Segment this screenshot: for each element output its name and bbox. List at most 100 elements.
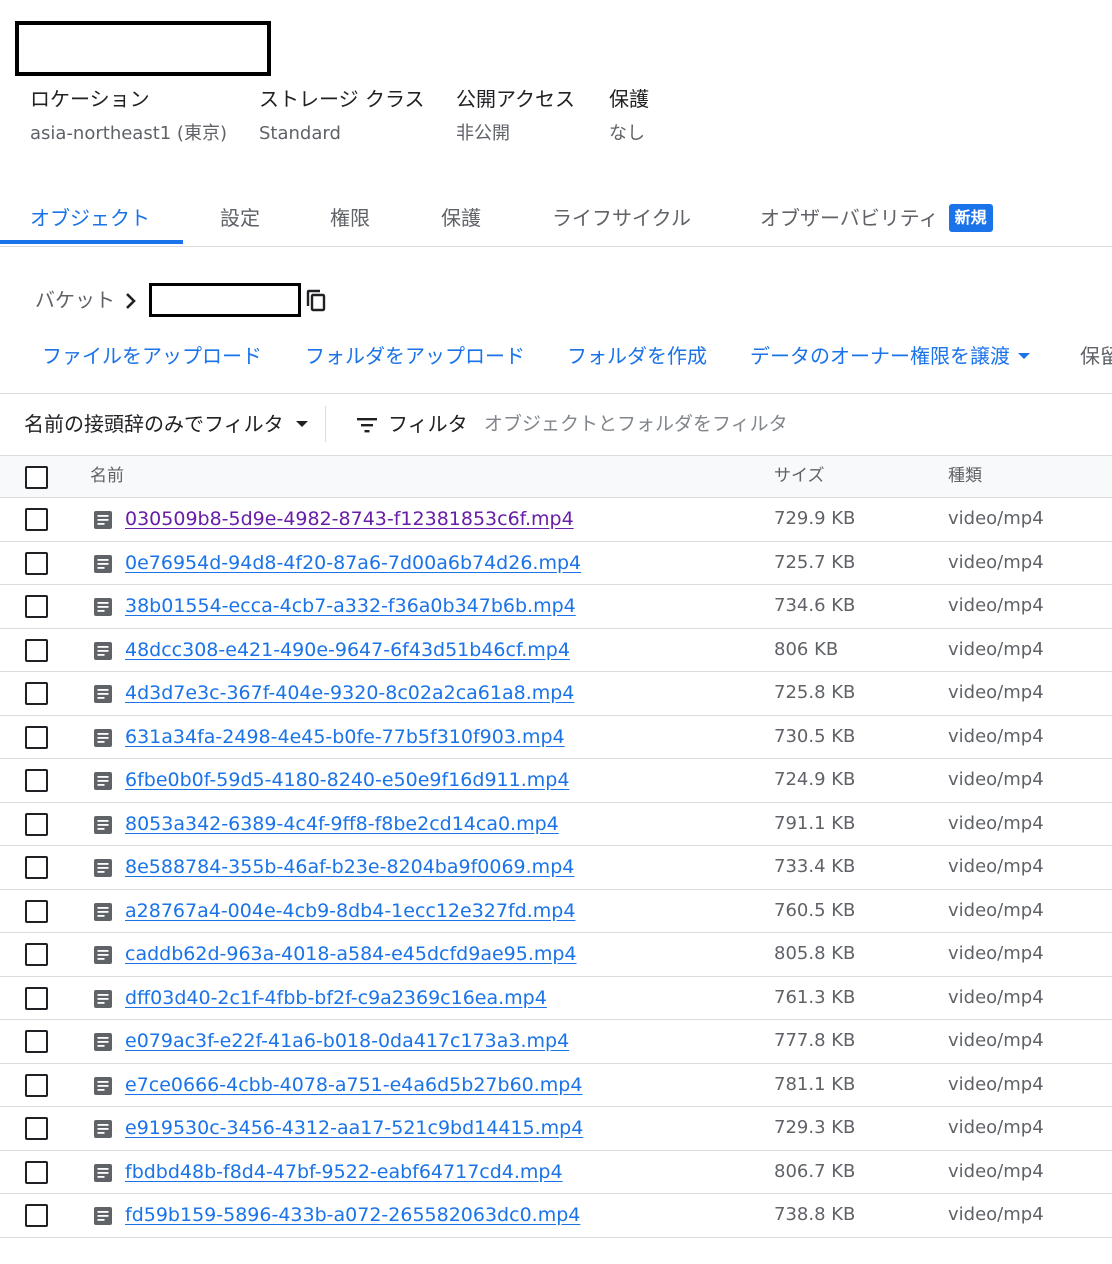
row-checkbox[interactable] [25, 943, 48, 966]
table-row[interactable]: fbdbd48b-f8d4-47bf-9522-eabf64717cd4.mp4… [0, 1151, 1112, 1194]
select-all-checkbox[interactable] [25, 466, 48, 489]
object-size: 781.1 KB [774, 1073, 856, 1095]
row-checkbox[interactable] [25, 508, 48, 531]
row-checkbox[interactable] [25, 551, 48, 575]
file-icon [93, 815, 113, 839]
row-checkbox[interactable] [25, 856, 48, 879]
dropdown-arrow-icon [295, 420, 308, 427]
object-type: video/mp4 [948, 769, 1044, 790]
table-row[interactable]: e919530c-3456-4312-aa17-521c9bd14415.mp4… [0, 1107, 1112, 1151]
object-name-link[interactable]: fd59b159-5896-433b-a072-265582063dc0.mp4 [125, 1203, 580, 1227]
object-name-link[interactable]: caddb62d-963a-4018-a584-e45dcfd9ae95.mp4 [125, 942, 577, 966]
object-name-link[interactable]: dff03d40-2c1f-4fbb-bf2f-c9a2369c16ea.mp4 [125, 986, 547, 1010]
row-checkbox[interactable] [25, 1030, 48, 1053]
file-icon [93, 771, 113, 795]
column-header-size[interactable]: サイズ [774, 456, 825, 497]
create-folder-button[interactable]: フォルダを作成 [567, 336, 707, 376]
object-name-link[interactable]: 48dcc308-e421-490e-9647-6f43d51b46cf.mp4 [125, 638, 570, 662]
object-size: 729.3 KB [774, 1117, 856, 1138]
table-row[interactable]: e079ac3f-e22f-41a6-b018-0da417c173a3.mp4… [0, 1020, 1112, 1064]
dropdown-arrow-icon [1018, 352, 1030, 359]
object-name-link[interactable]: 0e76954d-94d8-4f20-87a6-7d00a6b74d26.mp4 [125, 551, 581, 575]
info-storage-class-value: Standard [259, 123, 341, 144]
table-row[interactable]: caddb62d-963a-4018-a584-e45dcfd9ae95.mp4… [0, 933, 1112, 977]
table-row[interactable]: 38b01554-ecca-4cb7-a332-f36a0b347b6b.mp4… [0, 585, 1112, 629]
object-name-link[interactable]: 631a34fa-2498-4e45-b0fe-77b5f310f903.mp4 [125, 725, 565, 749]
row-checkbox[interactable] [25, 638, 48, 662]
table-row[interactable]: 631a34fa-2498-4e45-b0fe-77b5f310f903.mp4… [0, 716, 1112, 759]
object-type: video/mp4 [948, 1073, 1044, 1095]
upload-files-button[interactable]: ファイルをアップロード [42, 336, 262, 376]
info-location-value: asia-northeast1 (東京) [30, 123, 227, 144]
row-checkbox[interactable] [25, 1160, 48, 1184]
object-type: video/mp4 [948, 595, 1044, 616]
object-size: 725.8 KB [774, 682, 856, 703]
object-size: 806.7 KB [774, 1160, 856, 1182]
table-row[interactable]: 8053a342-6389-4c4f-9ff8-f8be2cd14ca0.mp4… [0, 803, 1112, 846]
row-checkbox[interactable] [25, 986, 48, 1010]
redacted-bucket-title [15, 21, 271, 76]
info-storage-class: ストレージ クラス Standard [259, 84, 425, 148]
object-name-link[interactable]: 38b01554-ecca-4cb7-a332-f36a0b347b6b.mp4 [125, 594, 576, 618]
table-row[interactable]: 030509b8-5d9e-4982-8743-f12381853c6f.mp4… [0, 498, 1112, 542]
row-checkbox[interactable] [25, 812, 48, 836]
info-storage-class-label: ストレージ クラス [259, 87, 425, 111]
action-toolbar: ファイルをアップロード フォルダをアップロード フォルダを作成 データのオーナー… [0, 336, 1112, 376]
table-row[interactable]: 4d3d7e3c-367f-404e-9320-8c02a2ca61a8.mp4… [0, 672, 1112, 716]
info-public-access-label: 公開アクセス [456, 87, 575, 111]
file-icon [93, 1163, 113, 1187]
hold-button[interactable]: 保留 [1080, 336, 1112, 376]
object-name-link[interactable]: fbdbd48b-f8d4-47bf-9522-eabf64717cd4.mp4 [125, 1160, 563, 1184]
breadcrumb-root[interactable]: バケット [35, 283, 115, 317]
row-checkbox[interactable] [25, 769, 48, 792]
table-row[interactable]: 8e588784-355b-46af-b23e-8204ba9f0069.mp4… [0, 846, 1112, 890]
object-name-link[interactable]: e919530c-3456-4312-aa17-521c9bd14415.mp4 [125, 1116, 583, 1140]
object-name-link[interactable]: 4d3d7e3c-367f-404e-9320-8c02a2ca61a8.mp4 [125, 681, 574, 705]
tab-permissions[interactable]: 権限 [330, 190, 370, 246]
tab-objects[interactable]: オブジェクト [30, 190, 150, 246]
divider [0, 393, 1112, 394]
object-type: video/mp4 [948, 682, 1044, 703]
object-name-link[interactable]: e079ac3f-e22f-41a6-b018-0da417c173a3.mp4 [125, 1029, 569, 1053]
row-checkbox[interactable] [25, 899, 48, 923]
upload-folder-button[interactable]: フォルダをアップロード [305, 336, 525, 376]
row-checkbox[interactable] [25, 682, 48, 705]
copy-icon[interactable] [305, 289, 327, 313]
row-checkbox[interactable] [25, 1073, 48, 1097]
column-header-name[interactable]: 名前 [90, 456, 124, 497]
table-row[interactable]: 0e76954d-94d8-4f20-87a6-7d00a6b74d26.mp4… [0, 542, 1112, 585]
table-row[interactable]: 6fbe0b0f-59d5-4180-8240-e50e9f16d911.mp4… [0, 759, 1112, 803]
row-checkbox[interactable] [25, 595, 48, 618]
file-icon [93, 989, 113, 1013]
object-type: video/mp4 [948, 986, 1044, 1008]
filter-input[interactable] [484, 406, 1084, 442]
chevron-right-icon [126, 293, 136, 309]
row-checkbox[interactable] [25, 1204, 48, 1227]
row-checkbox[interactable] [25, 1117, 48, 1140]
object-type: video/mp4 [948, 551, 1044, 573]
row-checkbox[interactable] [25, 725, 48, 749]
object-name-link[interactable]: a28767a4-004e-4cb9-8db4-1ecc12e327fd.mp4 [125, 899, 575, 923]
table-row[interactable]: fd59b159-5896-433b-a072-265582063dc0.mp4… [0, 1194, 1112, 1238]
object-name-link[interactable]: 8053a342-6389-4c4f-9ff8-f8be2cd14ca0.mp4 [125, 812, 559, 836]
tab-protection[interactable]: 保護 [441, 190, 481, 246]
object-name-link[interactable]: 6fbe0b0f-59d5-4180-8240-e50e9f16d911.mp4 [125, 768, 569, 792]
object-name-link[interactable]: e7ce0666-4cbb-4078-a751-e4a6d5b27b60.mp4 [125, 1073, 582, 1097]
column-header-type[interactable]: 種類 [948, 456, 982, 497]
prefix-filter-dropdown[interactable]: 名前の接頭辞のみでフィルタ [24, 404, 308, 444]
table-row[interactable]: e7ce0666-4cbb-4078-a751-e4a6d5b27b60.mp4… [0, 1064, 1112, 1107]
tab-configuration[interactable]: 設定 [220, 190, 260, 246]
table-header: 名前 サイズ 種類 [0, 455, 1112, 498]
table-row[interactable]: a28767a4-004e-4cb9-8db4-1ecc12e327fd.mp4… [0, 890, 1112, 933]
transfer-ownership-button[interactable]: データのオーナー権限を譲渡 [750, 336, 1030, 376]
object-name-link[interactable]: 030509b8-5d9e-4982-8743-f12381853c6f.mp4 [125, 507, 574, 531]
tab-observability[interactable]: オブザーバビリティ 新規 [760, 190, 993, 246]
filter-label: フィルタ [388, 412, 468, 436]
object-type: video/mp4 [948, 638, 1044, 660]
table-row[interactable]: dff03d40-2c1f-4fbb-bf2f-c9a2369c16ea.mp4… [0, 977, 1112, 1020]
table-row[interactable]: 48dcc308-e421-490e-9647-6f43d51b46cf.mp4… [0, 629, 1112, 672]
object-size: 777.8 KB [774, 1030, 856, 1051]
object-name-link[interactable]: 8e588784-355b-46af-b23e-8204ba9f0069.mp4 [125, 855, 574, 879]
info-protection-label: 保護 [609, 87, 649, 111]
tab-lifecycle[interactable]: ライフサイクル [552, 190, 691, 246]
